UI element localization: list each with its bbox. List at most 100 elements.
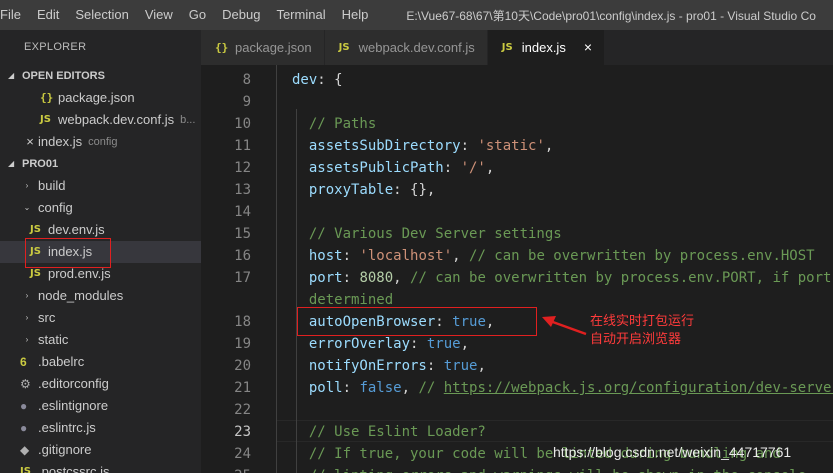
token: '/' [460,160,486,176]
token: , [460,336,470,352]
token: , [544,138,554,154]
tree-item-config[interactable]: ⌄ config [0,197,201,219]
open-editor-path: b... [180,114,196,126]
code-line: 14 [201,201,833,223]
open-editor-label: webpack.dev.conf.js [58,112,175,127]
code-line: 25 // linting errors and warnings will b… [201,465,833,473]
annotation-line-2: 自动开启浏览器 [590,332,682,347]
window-title: E:\Vue67-68\67\第10天\Code\pro01\config\in… [406,8,816,23]
menu-help[interactable]: Help [334,0,377,30]
line-number: 11 [234,138,251,154]
token: notifyOnErrors [292,358,427,374]
explorer-header: EXPLORER [24,41,87,53]
tree-item-gitignore[interactable]: ◆ .gitignore [0,439,201,461]
tree-item-label: .editorconfig [38,376,109,391]
tree-item-eslintignore[interactable]: ● .eslintignore [0,395,201,417]
chevron-down-icon: ◢ [8,71,15,80]
token: assetsSubDirectory [292,138,461,154]
token: , [477,358,486,374]
chevron-right-icon: › [25,181,29,190]
token: : [410,336,427,352]
line-number: 16 [234,248,251,264]
menu-view[interactable]: View [137,0,181,30]
close-icon[interactable]: × [22,131,38,153]
token: // can be overwritten by process.env.POR… [410,270,832,286]
token: , [393,270,411,286]
token: determined [292,292,394,308]
token: dev [292,72,318,88]
tab-label: package.json [235,40,312,55]
tree-item-editorconfig[interactable]: ⚙ .editorconfig [0,373,201,395]
line-number: 8 [242,72,251,88]
tree-item-static[interactable]: › static [0,329,201,351]
open-editor-item[interactable]: JS webpack.dev.conf.js b... [0,109,201,131]
open-editor-item[interactable]: {} package.json [0,87,201,109]
token: // can be overwritten by process.env.HOS… [469,248,815,264]
menu-go[interactable]: Go [181,0,214,30]
code-text: // Paths [292,113,376,135]
code-line: 21 poll: false, // https://webpack.js.or… [201,377,833,399]
line-number: 10 [234,116,251,132]
token: : [460,138,478,154]
token: true [426,336,461,352]
code-line: 16 host: 'localhost', // can be overwrit… [201,245,833,267]
code-text: // linting errors and warnings will be s… [292,465,815,473]
line-number: 22 [234,402,251,418]
code-line: 17 port: 8080, // can be overwritten by … [201,267,833,289]
js-file-icon: JS [20,466,31,473]
token[interactable]: https://webpack.js.org/configuration/dev… [444,380,833,396]
code-text: errorOverlay: true, [292,333,469,355]
chevron-right-icon: › [25,335,29,344]
open-editors-list: {} package.json JS webpack.dev.conf.js b... ×… [0,87,201,153]
menu-file[interactable]: File [0,0,29,30]
menu-terminal[interactable]: Terminal [268,0,333,30]
annotation-line-1: 在线实时打包运行 [590,314,695,329]
code-editor[interactable]: 8 dev: {9 10 // Paths 11 assetsSubDirectory… [201,65,833,473]
tab-package-json[interactable]: {} package.json [201,30,325,65]
chevron-right-icon: › [25,313,29,322]
tree-item-node-modules[interactable]: › node_modules [0,285,201,307]
line-number: 18 [234,314,251,330]
tree-item-babelrc[interactable]: 6 .babelrc [0,351,201,373]
js-file-icon: JS [338,42,350,53]
tree-item-label: .eslintignore [38,398,109,413]
token: false [359,380,402,396]
close-icon[interactable]: × [584,30,592,65]
tab-index-js[interactable]: JS index.js × [487,30,605,65]
tree-item-build[interactable]: › build [0,175,201,197]
tree-item-label: static [38,332,69,347]
tree-item-eslintrc-js[interactable]: ● .eslintrc.js [0,417,201,439]
chevron-right-icon: › [25,291,29,300]
code-line: 19 errorOverlay: true, [201,333,833,355]
tab-label: index.js [521,40,566,55]
open-editor-item[interactable]: × index.js config [0,131,201,153]
open-editors-header[interactable]: ◢ OPEN EDITORS [0,65,201,87]
code-text: host: 'localhost', // can be overwritten… [292,245,815,267]
tree-item-postcssrc-js[interactable]: JS .postcssrc.js [0,461,201,473]
tree-item-src[interactable]: › src [0,307,201,329]
token: errorOverlay [292,336,411,352]
token: // Paths [292,116,377,132]
code-text: assetsPublicPath: '/', [292,157,494,179]
open-editor-label: index.js [38,134,83,149]
token: proxyTable [292,182,394,198]
token: true [443,358,478,374]
menu-debug[interactable]: Debug [214,0,268,30]
line-number: 21 [234,380,251,396]
code-line: 8 dev: { [201,69,833,91]
chevron-down-icon: ⌄ [23,203,31,212]
token: 'localhost' [359,248,453,264]
code-text: proxyTable: {}, [292,179,435,201]
tree-item-label: node_modules [38,288,124,303]
editor-tabs: {} package.json JS webpack.dev.conf.js JS ind… [201,30,833,65]
code-line: 20 notifyOnErrors: true, [201,355,833,377]
js-file-icon: JS [40,114,51,125]
tab-webpack-dev-conf-js[interactable]: JS webpack.dev.conf.js [324,30,488,65]
menu-edit[interactable]: Edit [29,0,67,30]
open-editor-label: package.json [58,90,135,105]
menu-selection[interactable]: Selection [67,0,136,30]
eslint-file-icon: ● [20,399,28,413]
project-header[interactable]: ◢ PRO01 [0,153,201,175]
token: : [342,380,360,396]
line-number: 13 [234,182,251,198]
